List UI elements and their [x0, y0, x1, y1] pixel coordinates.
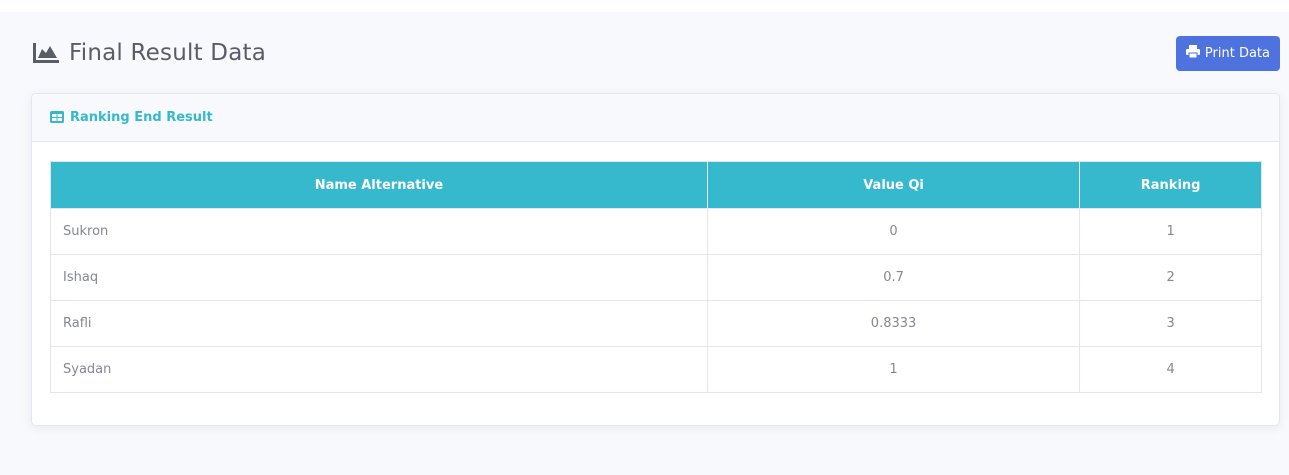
page-title-group: Final Result Data [33, 40, 266, 66]
header-value-qi: Value Qi [706, 161, 1081, 209]
card-title: Ranking End Result [70, 110, 213, 125]
cell-ranking: 2 [1079, 254, 1262, 301]
table-row: Rafli 0.8333 3 [50, 300, 1262, 347]
header-ranking: Ranking [1079, 161, 1262, 209]
cell-ranking: 4 [1079, 346, 1262, 393]
page-title: Final Result Data [69, 40, 267, 66]
cell-value-qi: 0.7 [706, 254, 1081, 301]
cell-name: Rafli [50, 300, 708, 347]
card-header: Ranking End Result [32, 94, 1279, 142]
table-row: Ishaq 0.7 2 [50, 254, 1262, 301]
ranking-table: Name Alternative Value Qi Ranking Sukron… [50, 161, 1262, 393]
print-data-label: Print Data [1204, 45, 1270, 61]
table-header-row: Name Alternative Value Qi Ranking [50, 161, 1262, 209]
cell-name: Syadan [50, 346, 708, 393]
cell-ranking: 3 [1079, 300, 1262, 347]
table-row: Syadan 1 4 [50, 346, 1262, 393]
header-name-alternative: Name Alternative [50, 161, 708, 209]
top-bar [0, 0, 1289, 12]
table-row: Sukron 0 1 [50, 208, 1262, 255]
cell-name: Sukron [50, 208, 708, 255]
print-icon [1185, 44, 1200, 62]
cell-value-qi: 0 [706, 208, 1081, 255]
page-header: Final Result Data Print Data [33, 35, 1280, 71]
cell-value-qi: 0.8333 [706, 300, 1081, 347]
cell-name: Ishaq [50, 254, 708, 301]
ranking-card: Ranking End Result Name Alternative Valu… [31, 93, 1280, 426]
print-data-button[interactable]: Print Data [1175, 35, 1280, 71]
cell-value-qi: 1 [706, 346, 1081, 393]
cell-ranking: 1 [1079, 208, 1262, 255]
area-chart-icon [33, 43, 59, 63]
table-icon [50, 108, 64, 127]
